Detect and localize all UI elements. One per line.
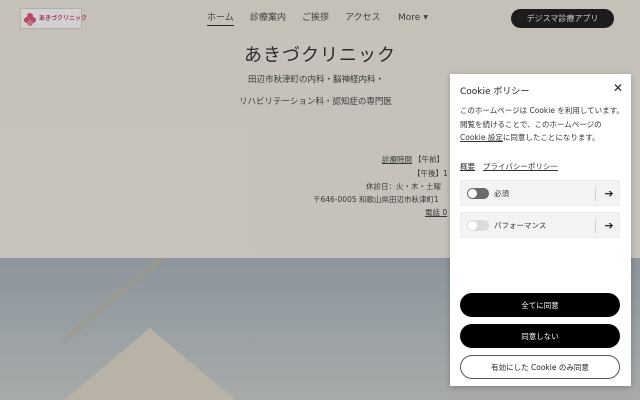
cookie-category-performance: パフォーマンス ➔: [460, 212, 620, 238]
privacy-policy-link[interactable]: プライバシーポリシー: [483, 162, 558, 171]
accept-all-button[interactable]: 全てに同意: [460, 293, 620, 317]
performance-toggle[interactable]: [467, 220, 489, 231]
summary-link[interactable]: 概要: [460, 162, 475, 171]
arrow-right-icon[interactable]: ➔: [600, 185, 618, 202]
cookie-description-text-2: に同意したことになります。: [502, 133, 600, 142]
cookie-settings-link[interactable]: Cookie 設定: [460, 133, 503, 142]
required-toggle[interactable]: [467, 188, 489, 199]
row-divider: [595, 187, 596, 201]
arrow-right-icon[interactable]: ➔: [600, 217, 618, 234]
cookie-links: 概要 プライバシーポリシー: [460, 161, 558, 172]
reject-button[interactable]: 同意しない: [460, 324, 620, 348]
cookie-category-required: 必須 ➔: [460, 180, 620, 206]
cookie-description: このホームページは Cookie を利用しています。閲覧を続けることで、このホー…: [460, 104, 624, 145]
required-label: 必須: [494, 189, 509, 198]
row-divider: [595, 219, 596, 233]
toggle-knob: [468, 189, 477, 198]
cookie-panel: Cookie ポリシー ✕ このホームページは Cookie を利用しています。…: [450, 74, 631, 386]
cookie-description-text-1: このホームページは Cookie を利用しています。閲覧を続けることで、このホー…: [460, 106, 624, 129]
performance-label: パフォーマンス: [494, 221, 547, 230]
cookie-panel-title: Cookie ポリシー: [460, 87, 530, 97]
accept-selected-button[interactable]: 有効にした Cookie のみ同意: [460, 355, 620, 379]
toggle-knob: [468, 221, 477, 230]
close-icon[interactable]: ✕: [611, 81, 625, 95]
